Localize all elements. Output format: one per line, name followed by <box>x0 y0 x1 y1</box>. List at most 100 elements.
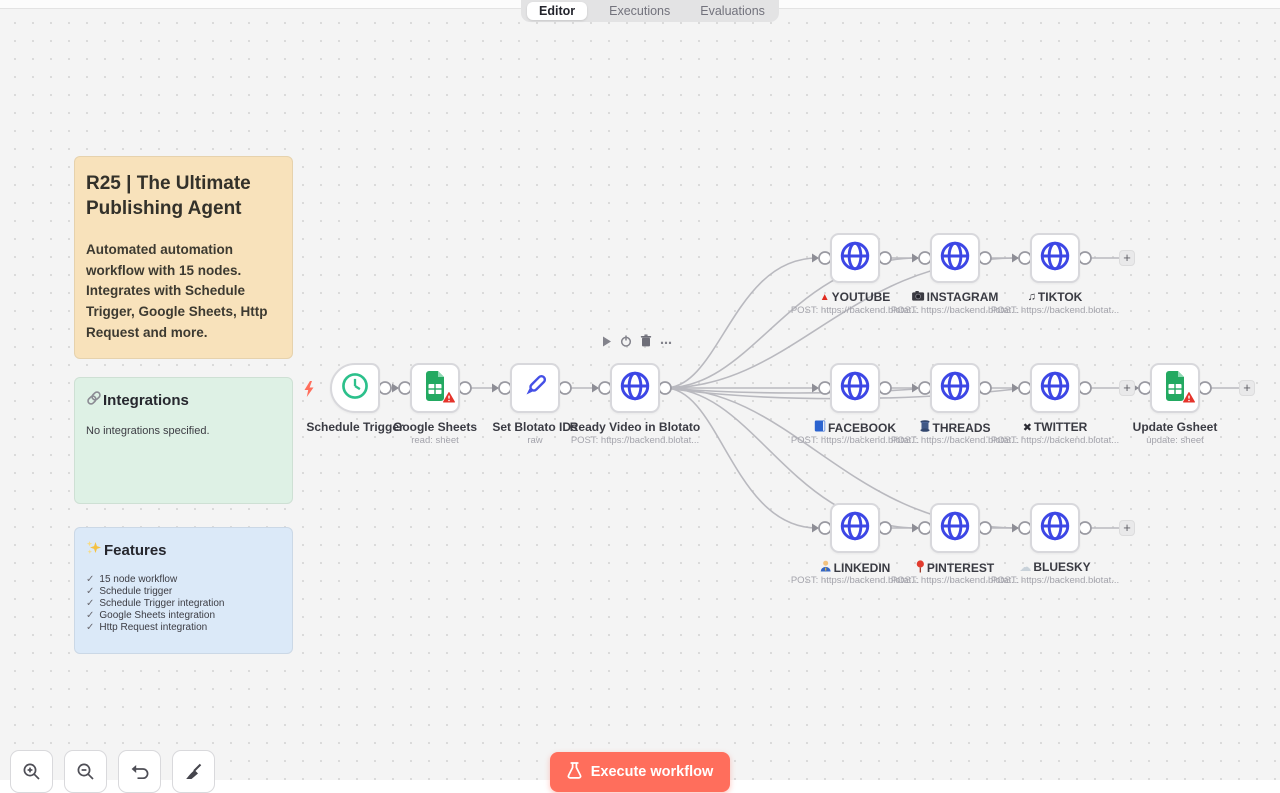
node-schedule-trigger[interactable]: Schedule Trigger <box>330 363 380 413</box>
trash-icon[interactable] <box>640 334 652 352</box>
node-tiktok[interactable]: ♫TIKTOK POST: https://backend.blotat... <box>1030 233 1080 283</box>
add-node-button[interactable]: + <box>1119 250 1135 266</box>
port[interactable] <box>879 382 891 394</box>
port[interactable] <box>1079 522 1091 534</box>
zoom-in-icon <box>22 762 41 781</box>
play-icon[interactable] <box>602 334 612 352</box>
node-label: LINKEDIN <box>820 560 891 575</box>
node-google-sheets[interactable]: Google Sheets read: sheet <box>410 363 460 413</box>
tab-editor[interactable]: Editor <box>527 2 587 20</box>
node-label: Ready Video in Blotato <box>570 420 700 434</box>
node-box[interactable] <box>330 363 380 413</box>
node-label: Update Gsheet <box>1133 420 1218 434</box>
node-update-gsheet[interactable]: Update Gsheet update: sheet <box>1150 363 1200 413</box>
music-note-icon: ♫ <box>1028 291 1036 303</box>
node-youtube[interactable]: ▲YOUTUBE POST: https://backend.blotat... <box>830 233 880 283</box>
globe-icon <box>938 509 972 548</box>
node-box[interactable] <box>410 363 460 413</box>
node-set-blotato-ids[interactable]: Set Blotato IDs raw <box>510 363 560 413</box>
port[interactable] <box>979 252 991 264</box>
port[interactable] <box>1199 382 1211 394</box>
red-triangle-icon: ▲ <box>820 292 830 303</box>
node-box[interactable] <box>610 363 660 413</box>
node-box[interactable] <box>1150 363 1200 413</box>
port[interactable] <box>979 382 991 394</box>
warning-icon <box>1183 390 1195 408</box>
office-worker-icon <box>820 560 832 575</box>
node-facebook[interactable]: FACEBOOK POST: https://backend.blotat... <box>830 363 880 413</box>
node-sublabel: POST: https://backend.blotat... <box>571 435 699 446</box>
node-instagram[interactable]: INSTAGRAM POST: https://backend.blotat..… <box>930 233 980 283</box>
spool-icon <box>919 420 930 435</box>
globe-icon <box>838 239 872 278</box>
tidy-up-button[interactable] <box>172 750 215 793</box>
node-box[interactable] <box>830 233 880 283</box>
node-bluesky[interactable]: ☁BLUESKY POST: https://backend.blotat... <box>1030 503 1080 553</box>
trigger-pin <box>305 381 314 397</box>
port[interactable] <box>979 522 991 534</box>
node-sublabel: raw <box>527 435 542 446</box>
node-box[interactable] <box>1030 233 1080 283</box>
node-sublabel: read: sheet <box>411 435 459 446</box>
view-tabbar: Editor Executions Evaluations <box>521 0 779 22</box>
globe-icon <box>1038 369 1072 408</box>
port[interactable] <box>1079 382 1091 394</box>
port[interactable] <box>879 522 891 534</box>
node-box[interactable] <box>930 363 980 413</box>
zoom-out-button[interactable] <box>64 750 107 793</box>
node-linkedin[interactable]: LINKEDIN POST: https://backend.blotat... <box>830 503 880 553</box>
node-pinterest[interactable]: PINTEREST POST: https://backend.blotat..… <box>930 503 980 553</box>
workflow-canvas[interactable]: Editor Executions Evaluations R25 | The … <box>0 0 1280 780</box>
broom-icon <box>185 763 202 780</box>
node-label: ▲YOUTUBE <box>820 290 891 304</box>
globe-icon <box>838 369 872 408</box>
port[interactable] <box>879 252 891 264</box>
node-label: ♫TIKTOK <box>1028 290 1083 304</box>
tab-evaluations[interactable]: Evaluations <box>692 2 773 20</box>
node-box[interactable] <box>830 363 880 413</box>
node-label: INSTAGRAM <box>912 290 999 304</box>
node-box[interactable] <box>930 503 980 553</box>
node-label: Set Blotato IDs <box>492 420 577 434</box>
lightning-icon <box>305 381 314 397</box>
x-mark-icon: ✖ <box>1023 421 1032 434</box>
book-icon <box>814 420 826 435</box>
zoom-in-button[interactable] <box>10 750 53 793</box>
node-box[interactable] <box>830 503 880 553</box>
node-label: Google Sheets <box>393 420 477 434</box>
node-ready-video[interactable]: Ready Video in Blotato POST: https://bac… <box>610 363 660 413</box>
node-box[interactable] <box>510 363 560 413</box>
add-node-button[interactable]: + <box>1119 520 1135 536</box>
power-icon[interactable] <box>620 334 632 352</box>
undo-button[interactable] <box>118 750 161 793</box>
port[interactable] <box>459 382 471 394</box>
node-label: PINTEREST <box>916 560 994 576</box>
node-label: ✖TWITTER <box>1023 420 1088 434</box>
pen-icon <box>519 370 551 407</box>
more-options-icon[interactable]: ⋯ <box>660 338 673 348</box>
port[interactable] <box>659 382 671 394</box>
warning-icon <box>443 390 455 408</box>
port[interactable] <box>1079 252 1091 264</box>
zoom-out-icon <box>76 762 95 781</box>
node-threads[interactable]: THREADS POST: https://backend.blotat... <box>930 363 980 413</box>
add-node-button[interactable]: + <box>1239 380 1255 396</box>
node-twitter[interactable]: ✖TWITTER POST: https://backend.blotat... <box>1030 363 1080 413</box>
node-box[interactable] <box>1030 363 1080 413</box>
execute-workflow-button[interactable]: Execute workflow <box>550 752 730 792</box>
node-label: Schedule Trigger <box>306 420 403 434</box>
node-label: FACEBOOK <box>814 420 896 435</box>
globe-icon <box>1038 509 1072 548</box>
globe-icon <box>938 369 972 408</box>
node-box[interactable] <box>1030 503 1080 553</box>
tab-executions[interactable]: Executions <box>601 2 678 20</box>
node-sublabel: POST: https://backend.blotat... <box>991 305 1119 316</box>
clock-icon <box>339 370 371 407</box>
port[interactable] <box>559 382 571 394</box>
node-sublabel: update: sheet <box>1146 435 1204 446</box>
add-node-button[interactable]: + <box>1119 380 1135 396</box>
port[interactable] <box>379 382 391 394</box>
node-box[interactable] <box>930 233 980 283</box>
camera-icon <box>912 290 925 304</box>
globe-icon <box>938 239 972 278</box>
